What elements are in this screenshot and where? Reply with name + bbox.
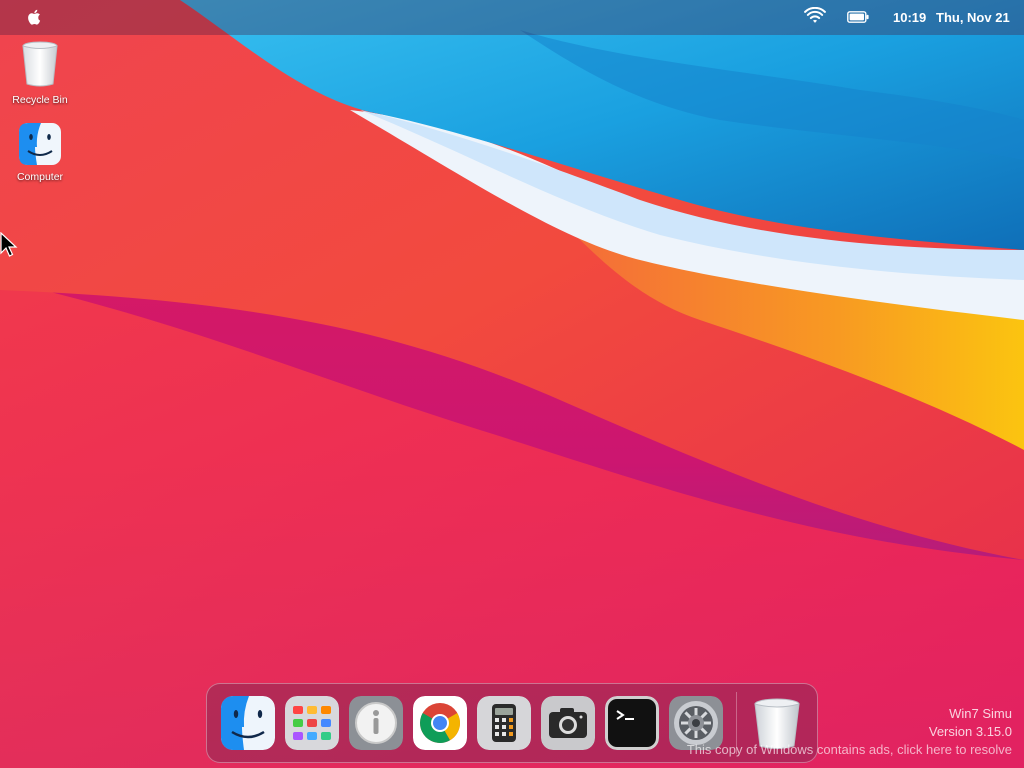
- battery-icon[interactable]: [847, 11, 869, 23]
- watermark-version: Version 3.15.0: [928, 724, 1012, 739]
- chrome-icon[interactable]: [413, 696, 467, 750]
- info-icon[interactable]: [349, 696, 403, 750]
- camera-icon[interactable]: [541, 696, 595, 750]
- desktop-wallpaper: [0, 0, 1024, 768]
- clock-time[interactable]: 10:19: [893, 10, 926, 25]
- watermark-product: Win7 Simu: [949, 706, 1012, 721]
- desktop-icon-recycle-bin[interactable]: Recycle Bin: [0, 40, 80, 106]
- mouse-cursor-icon: [0, 232, 18, 257]
- desktop-icon-computer[interactable]: Computer: [0, 123, 80, 183]
- recycle-bin-icon: [22, 41, 58, 87]
- clock-date[interactable]: Thu, Nov 21: [936, 10, 1010, 25]
- finder-icon[interactable]: [221, 696, 275, 750]
- desktop-icon-label: Computer: [16, 171, 64, 183]
- activation-notice-link[interactable]: This copy of Windows contains ads, click…: [687, 742, 1012, 757]
- apple-logo-icon[interactable]: [26, 8, 44, 26]
- launchpad-icon[interactable]: [285, 696, 339, 750]
- desktop-icon-label: Recycle Bin: [12, 94, 68, 106]
- wifi-icon[interactable]: [804, 7, 826, 25]
- calculator-icon[interactable]: [477, 696, 531, 750]
- menu-bar: 10:19 Thu, Nov 21: [0, 0, 1024, 35]
- terminal-icon[interactable]: [605, 696, 659, 750]
- finder-icon: [19, 123, 61, 165]
